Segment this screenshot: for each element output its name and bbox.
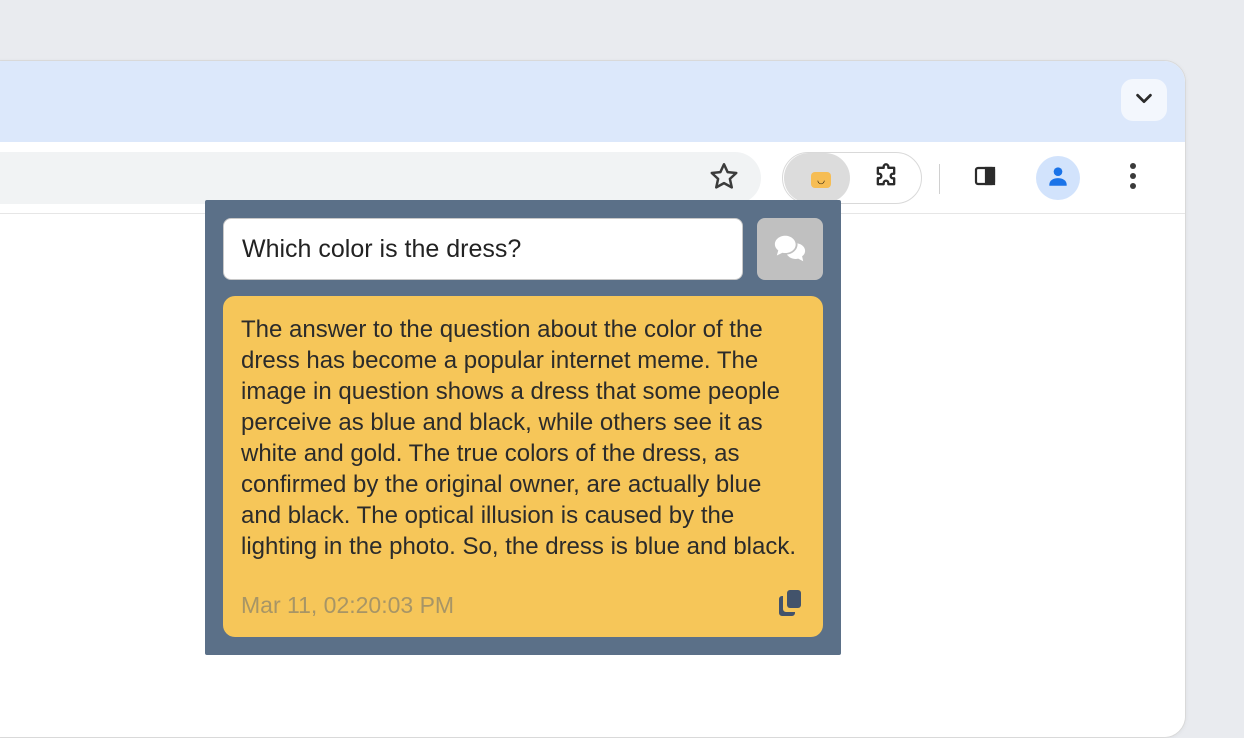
address-bar[interactable]	[0, 152, 761, 204]
answer-timestamp: Mar 11, 02:20:03 PM	[241, 592, 454, 619]
side-panel-button[interactable]	[971, 164, 999, 192]
chevron-down-icon	[1133, 87, 1155, 114]
tab-search-button[interactable]	[1121, 79, 1167, 121]
puzzle-icon	[872, 162, 900, 195]
more-vertical-icon	[1129, 162, 1137, 195]
browser-window: ◡	[0, 60, 1186, 738]
browser-menu-button[interactable]	[1119, 164, 1147, 192]
extension-popup: The answer to the question about the col…	[205, 200, 841, 655]
question-input[interactable]	[223, 218, 743, 280]
person-icon	[1045, 163, 1071, 194]
bookmark-star-icon[interactable]	[709, 161, 739, 196]
toolbar-divider	[939, 164, 940, 194]
copy-icon	[777, 605, 805, 622]
active-extension-button[interactable]: ◡	[784, 153, 850, 203]
chat-bubbles-icon	[773, 233, 807, 266]
send-button[interactable]	[757, 218, 823, 280]
answer-card: The answer to the question about the col…	[223, 296, 823, 637]
copy-button[interactable]	[777, 588, 805, 623]
page-content: The answer to the question about the col…	[0, 214, 1185, 737]
side-panel-icon	[973, 164, 997, 193]
popup-header	[223, 218, 823, 280]
tab-strip	[0, 61, 1185, 142]
profile-avatar-button[interactable]	[1036, 156, 1080, 200]
extensions-chip: ◡	[782, 152, 922, 204]
extensions-button[interactable]	[850, 162, 921, 195]
answer-text: The answer to the question about the col…	[241, 314, 805, 562]
answer-footer: Mar 11, 02:20:03 PM	[241, 588, 805, 623]
